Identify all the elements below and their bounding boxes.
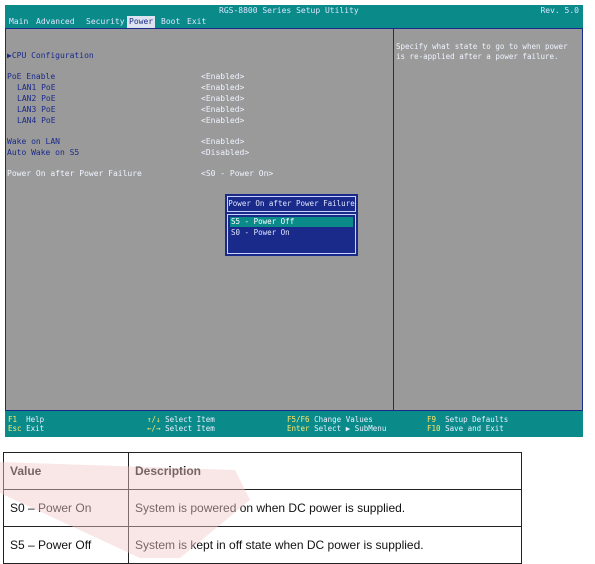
revision-label: Rev. 5.0 (540, 6, 579, 15)
lan4-poe-label[interactable]: LAN4 PoE (17, 116, 56, 126)
f5f6-key: F5/F6 (287, 415, 310, 424)
lan3-poe-label[interactable]: LAN3 PoE (17, 105, 56, 115)
footer-f1: F1 Help (8, 415, 44, 424)
popup-title: Power On after Power Failure (227, 196, 356, 212)
f1-key: F1 (8, 415, 18, 424)
f10-label: Save and Exit (445, 424, 504, 433)
table-header-row: Value Description (3, 452, 522, 490)
lan1-poe-label[interactable]: LAN1 PoE (17, 83, 56, 93)
lan3-poe-value[interactable]: <Enabled> (201, 105, 244, 115)
auto-wake-s5-label[interactable]: Auto Wake on S5 (7, 148, 79, 158)
menu-power[interactable]: Power (127, 16, 156, 28)
leftright-key: ←/→ (147, 424, 161, 433)
power-on-after-failure-label[interactable]: Power On after Power Failure (7, 169, 142, 179)
menu-bar: Main Advanced Security Power Boot Exit (5, 16, 583, 28)
enter-key: Enter (287, 424, 310, 433)
footer-change-values: F5/F6 Change Values (287, 415, 373, 424)
cpu-configuration-item[interactable]: ▶CPU Configuration (7, 51, 94, 61)
poe-enable-value[interactable]: <Enabled> (201, 72, 244, 82)
poe-enable-label[interactable]: PoE Enable (7, 72, 55, 82)
row-value: S0 – Power On (3, 489, 129, 527)
change-values-label: Change Values (314, 415, 373, 424)
help-divider (393, 28, 394, 411)
value-description-table: Value Description S0 – Power On System i… (3, 452, 522, 564)
lan1-poe-value[interactable]: <Enabled> (201, 83, 244, 93)
lan2-poe-value[interactable]: <Enabled> (201, 94, 244, 104)
wake-on-lan-value[interactable]: <Enabled> (201, 137, 244, 147)
menu-main[interactable]: Main (7, 16, 30, 28)
footer-enter: Enter Select ▶ SubMenu (287, 424, 386, 433)
menu-exit[interactable]: Exit (185, 16, 208, 28)
esc-key: Esc (8, 424, 22, 433)
menu-advanced[interactable]: Advanced (34, 16, 77, 28)
footer-select-menu: ←/→ Select Item (147, 424, 215, 433)
updown-key: ↑/↓ (147, 415, 161, 424)
option-s5-power-off[interactable]: S5 - Power Off (230, 217, 353, 227)
footer-esc: Esc Exit (8, 424, 44, 433)
f10-key: F10 (427, 424, 441, 433)
power-failure-popup: Power On after Power Failure S5 - Power … (225, 194, 358, 256)
title-bar: RGS-8800 Series Setup Utility Rev. 5.0 (5, 5, 583, 16)
bios-screen: RGS-8800 Series Setup Utility Rev. 5.0 M… (5, 5, 583, 437)
f9-label: Setup Defaults (445, 415, 509, 424)
row-description: System is kept in off state when DC powe… (128, 526, 522, 564)
f1-label: Help (26, 415, 45, 424)
setup-title: RGS-8800 Series Setup Utility (219, 6, 359, 15)
f9-key: F9 (427, 415, 437, 424)
lan4-poe-value[interactable]: <Enabled> (201, 116, 244, 126)
esc-label: Exit (26, 424, 45, 433)
row-description: System is powered on when DC power is su… (128, 489, 522, 527)
table-row: S0 – Power On System is powered on when … (3, 489, 522, 527)
header-description: Description (128, 452, 522, 490)
enter-label: Select ▶ SubMenu (314, 424, 387, 433)
lan2-poe-label[interactable]: LAN2 PoE (17, 94, 56, 104)
auto-wake-s5-value[interactable]: <Disabled> (201, 148, 249, 158)
row-value: S5 – Power Off (3, 526, 129, 564)
wake-on-lan-label[interactable]: Wake on LAN (7, 137, 60, 147)
footer-f9: F9 Setup Defaults (427, 415, 508, 424)
help-text: Specify what state to go to when power i… (396, 42, 568, 61)
table-row: S5 – Power Off System is kept in off sta… (3, 526, 522, 564)
header-value: Value (3, 452, 129, 490)
key-help-footer: F1 Help Esc Exit ↑/↓ Select Item ←/→ Sel… (5, 411, 583, 437)
menu-security[interactable]: Security (84, 16, 127, 28)
select-menu-label: Select Item (165, 424, 215, 433)
popup-options: S5 - Power Off S0 - Power On (227, 214, 356, 254)
option-s0-power-on[interactable]: S0 - Power On (230, 228, 290, 238)
power-on-after-failure-value[interactable]: <S0 - Power On> (201, 169, 273, 179)
select-item-label: Select Item (165, 415, 215, 424)
footer-f10: F10 Save and Exit (427, 424, 504, 433)
menu-boot[interactable]: Boot (159, 16, 182, 28)
footer-select-item: ↑/↓ Select Item (147, 415, 215, 424)
